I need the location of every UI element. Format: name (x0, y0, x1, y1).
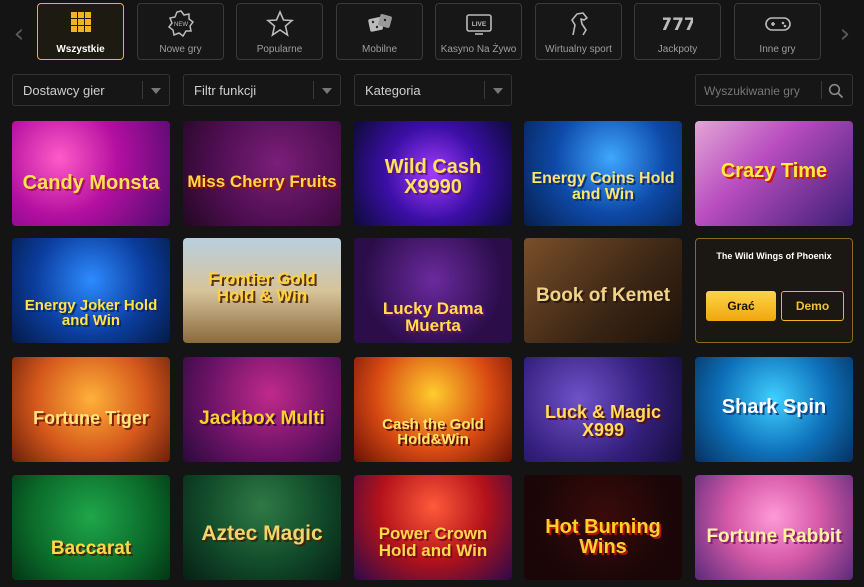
game-tile-fortune-tiger[interactable]: Fortune Tiger (12, 357, 170, 462)
category-dropdown-value: Kategoria (365, 83, 421, 98)
game-tile-book-of-kemet[interactable]: Book of Kemet (524, 238, 682, 343)
game-title: Cash the Gold Hold&Win (382, 416, 484, 448)
search-divider (821, 81, 822, 99)
game-tile-energy-coins[interactable]: Energy Coins Hold and Win (524, 121, 682, 226)
chevron-down-icon (151, 88, 161, 94)
game-title: Book of Kemet (535, 285, 671, 306)
game-tile-aztec-magic[interactable]: Aztec Magic (183, 475, 341, 580)
svg-text:LIVE: LIVE (471, 21, 486, 28)
demo-button[interactable]: Demo (781, 291, 844, 321)
chevron-down-icon (493, 88, 503, 94)
category-label: Popularne (256, 44, 303, 55)
nav-prev-arrow[interactable]: ‹ (10, 14, 28, 54)
category-tab-virtual-sport[interactable]: Wirtualny sport (535, 3, 622, 60)
category-dropdown[interactable]: Kategoria (354, 74, 512, 106)
game-title: Luck & Magic X999 (544, 402, 662, 440)
game-tile-jackbox-multi[interactable]: Jackbox Multi (183, 357, 341, 462)
game-title: Energy Joker Hold and Win (24, 297, 158, 329)
features-dropdown[interactable]: Filtr funkcji (183, 74, 341, 106)
play-button[interactable]: Grać (706, 291, 776, 321)
game-tile-crazy-time[interactable]: Crazy Time (695, 121, 853, 226)
category-tab-jackpots[interactable]: 777 Jackpoty (634, 3, 721, 60)
game-title: The Wild Wings of Phoenix (716, 251, 832, 261)
grid-icon (38, 10, 123, 38)
game-tile-power-crown[interactable]: Power Crown Hold and Win (354, 475, 512, 580)
game-title: Energy Coins Hold and Win (531, 170, 675, 203)
game-tile-lucky-dama-muerta[interactable]: Lucky Dama Muerta (354, 238, 512, 343)
live-tv-icon: LIVE (436, 10, 521, 38)
chevron-down-icon (322, 88, 332, 94)
category-tab-new[interactable]: NEW Nowe gry (137, 3, 224, 60)
search-icon[interactable] (828, 83, 844, 99)
category-label: Wszystkie (56, 44, 105, 55)
category-label: Jackpoty (657, 44, 698, 55)
game-title: Crazy Time (720, 160, 828, 182)
game-tile-cash-the-gold[interactable]: Cash the Gold Hold&Win (354, 357, 512, 462)
search-input[interactable] (704, 81, 820, 101)
game-tile-shark-spin[interactable]: Shark Spin (695, 357, 853, 462)
game-title: Candy Monsta (22, 172, 160, 194)
category-tab-other-games[interactable]: Inne gry (734, 3, 821, 60)
game-tile-energy-joker[interactable]: Energy Joker Hold and Win (12, 238, 170, 343)
sevens-icon: 777 (635, 10, 720, 38)
game-title: Fortune Tiger (33, 408, 149, 428)
game-tile-wild-wings-of-phoenix[interactable]: The Wild Wings of Phoenix Grać Demo (695, 238, 853, 343)
dice-icon (337, 10, 422, 38)
game-title: Fortune Rabbit (706, 526, 842, 547)
dropdown-divider (313, 81, 314, 99)
providers-dropdown[interactable]: Dostawcy gier (12, 74, 170, 106)
game-title: Jackbox Multi (199, 408, 325, 429)
dropdown-divider (142, 81, 143, 99)
game-tile-frontier-gold[interactable]: Frontier Gold Hold & Win (183, 238, 341, 343)
category-label: Inne gry (759, 44, 796, 55)
game-title: Power Crown Hold and Win (378, 524, 488, 560)
game-tile-fortune-rabbit[interactable]: Fortune Rabbit (695, 475, 853, 580)
svg-text:NEW: NEW (174, 22, 188, 28)
game-title: Baccarat (50, 538, 132, 559)
category-label: Nowe gry (159, 44, 202, 55)
game-title: Shark Spin (721, 396, 827, 418)
game-title: Miss Cherry Fruits (187, 172, 337, 191)
svg-text:777: 777 (663, 15, 693, 35)
category-label: Mobilne (361, 44, 398, 55)
game-title: Frontier Gold Hold & Win (208, 269, 316, 305)
game-tile-miss-cherry-fruits[interactable]: Miss Cherry Fruits (183, 121, 341, 226)
features-dropdown-value: Filtr funkcji (194, 83, 257, 98)
new-badge-icon: NEW (138, 10, 223, 38)
game-search (695, 74, 853, 106)
game-tile-candy-monsta[interactable]: Candy Monsta (12, 121, 170, 226)
game-tile-hot-burning-wins[interactable]: Hot Burning Wins (524, 475, 682, 580)
category-tab-all[interactable]: Wszystkie (37, 3, 124, 60)
horse-icon (536, 10, 621, 38)
dropdown-divider (484, 81, 485, 99)
game-tile-wild-cash[interactable]: Wild Cash X9990 (354, 121, 512, 226)
category-label: Wirtualny sport (545, 44, 612, 55)
game-title: Lucky Dama Muerta (382, 299, 484, 335)
game-title: Aztec Magic (201, 522, 323, 545)
category-tab-mobile[interactable]: Mobilne (336, 3, 423, 60)
nav-next-arrow[interactable]: › (836, 14, 854, 54)
game-tile-luck-and-magic[interactable]: Luck & Magic X999 (524, 357, 682, 462)
game-title: Wild Cash X9990 (384, 156, 482, 198)
category-label: Kasyno Na Żywo (440, 44, 517, 55)
game-tile-baccarat[interactable]: Baccarat (12, 475, 170, 580)
category-tab-live-casino[interactable]: LIVE Kasyno Na Żywo (435, 3, 522, 60)
category-tab-popular[interactable]: Popularne (236, 3, 323, 60)
star-icon (237, 10, 322, 38)
providers-dropdown-value: Dostawcy gier (23, 83, 105, 98)
gamepad-icon (735, 10, 820, 38)
game-title: Hot Burning Wins (545, 516, 661, 558)
